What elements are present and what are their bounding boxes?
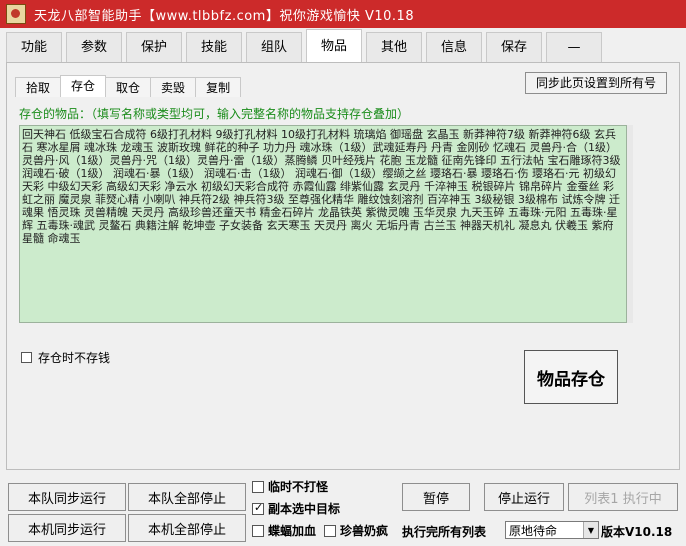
team-sync-run-button[interactable]: 本队同步运行: [8, 483, 126, 511]
mantis-heal-option[interactable]: 蝶蝠加血: [252, 522, 316, 539]
stop-run-button[interactable]: 停止运行: [484, 483, 564, 511]
mantis-heal-checkbox[interactable]: [252, 524, 264, 537]
no-store-money-checkbox[interactable]: [21, 352, 32, 363]
team-all-stop-button[interactable]: 本队全部停止: [128, 483, 246, 511]
pet-milk-option[interactable]: 珍兽奶疯: [324, 522, 388, 539]
local-sync-run-button[interactable]: 本机同步运行: [8, 514, 126, 542]
after-list-label-wrap: 执行完所有列表: [402, 523, 486, 540]
temp-no-fight-checkbox[interactable]: [252, 480, 264, 493]
store-items-button[interactable]: 物品存仓: [524, 350, 618, 404]
main-tab-strip: 功能 参数 保护 技能 组队 物品 其他 信息 保存 —: [6, 28, 680, 62]
tab-skills[interactable]: 技能: [186, 32, 242, 62]
title-bar: 天龙八部智能助手【www.tlbbfz.com】祝你游戏愉快 V10.18: [0, 0, 686, 28]
version-wrap: 版本V10.18: [601, 523, 672, 540]
tab-items[interactable]: 物品: [306, 29, 362, 62]
subtab-pickup[interactable]: 拾取: [15, 77, 62, 97]
pause-button[interactable]: 暂停: [402, 483, 470, 511]
dungeon-select-target-option[interactable]: 副本选中目标: [252, 500, 340, 517]
app-icon: [6, 4, 26, 24]
list-exec-button[interactable]: 列表1 执行中: [568, 483, 678, 511]
after-list-select[interactable]: 原地待命 ▼: [505, 521, 599, 539]
subtab-store[interactable]: 存仓: [60, 75, 107, 97]
store-items-textarea[interactable]: 回天神石 低级宝石合成符 6级打孔材料 9级打孔材料 10级打孔材料 琉璃焰 御…: [19, 125, 627, 323]
tab-other[interactable]: 其他: [366, 32, 422, 62]
subtab-sell[interactable]: 卖毁: [150, 77, 197, 97]
no-store-money-label: 存仓时不存钱: [38, 351, 111, 365]
tab-function[interactable]: 功能: [6, 32, 62, 62]
temp-no-fight-label: 临时不打怪: [268, 480, 329, 494]
tab-params[interactable]: 参数: [66, 32, 122, 62]
dungeon-select-target-checkbox[interactable]: [252, 501, 264, 515]
pet-milk-label: 珍兽奶疯: [340, 524, 389, 538]
subtab-retrieve[interactable]: 取仓: [105, 77, 152, 97]
no-store-money-option[interactable]: 存仓时不存钱: [21, 349, 110, 366]
sub-tab-strip: 拾取 存仓 取仓 卖毁 复制: [15, 75, 242, 97]
chevron-down-icon[interactable]: ▼: [583, 522, 598, 538]
mantis-heal-label: 蝶蝠加血: [268, 524, 317, 538]
tab-info[interactable]: 信息: [426, 32, 482, 62]
items-panel: 拾取 存仓 取仓 卖毁 复制 同步此页设置到所有号 存仓的物品：（填写名称或类型…: [6, 62, 680, 470]
sync-settings-button[interactable]: 同步此页设置到所有号: [525, 72, 667, 94]
temp-no-fight-option[interactable]: 临时不打怪: [252, 478, 328, 495]
store-items-hint: 存仓的物品：（填写名称或类型均可，输入完整名称的物品支持存仓叠加）: [19, 107, 410, 121]
tab-protect[interactable]: 保护: [126, 32, 182, 62]
local-all-stop-button[interactable]: 本机全部停止: [128, 514, 246, 542]
subtab-copy[interactable]: 复制: [195, 77, 242, 97]
version-label: 版本V10.18: [601, 525, 673, 539]
items-scrollbar[interactable]: [627, 125, 633, 323]
window-title: 天龙八部智能助手【www.tlbbfz.com】祝你游戏愉快 V10.18: [34, 8, 415, 24]
dungeon-select-target-label: 副本选中目标: [268, 502, 341, 516]
pet-milk-checkbox[interactable]: [324, 524, 336, 537]
tab-save[interactable]: 保存: [486, 32, 542, 62]
after-list-label: 执行完所有列表: [402, 525, 487, 539]
tab-extra[interactable]: —: [546, 32, 602, 62]
tab-team[interactable]: 组队: [246, 32, 302, 62]
after-list-value: 原地待命: [509, 523, 558, 538]
